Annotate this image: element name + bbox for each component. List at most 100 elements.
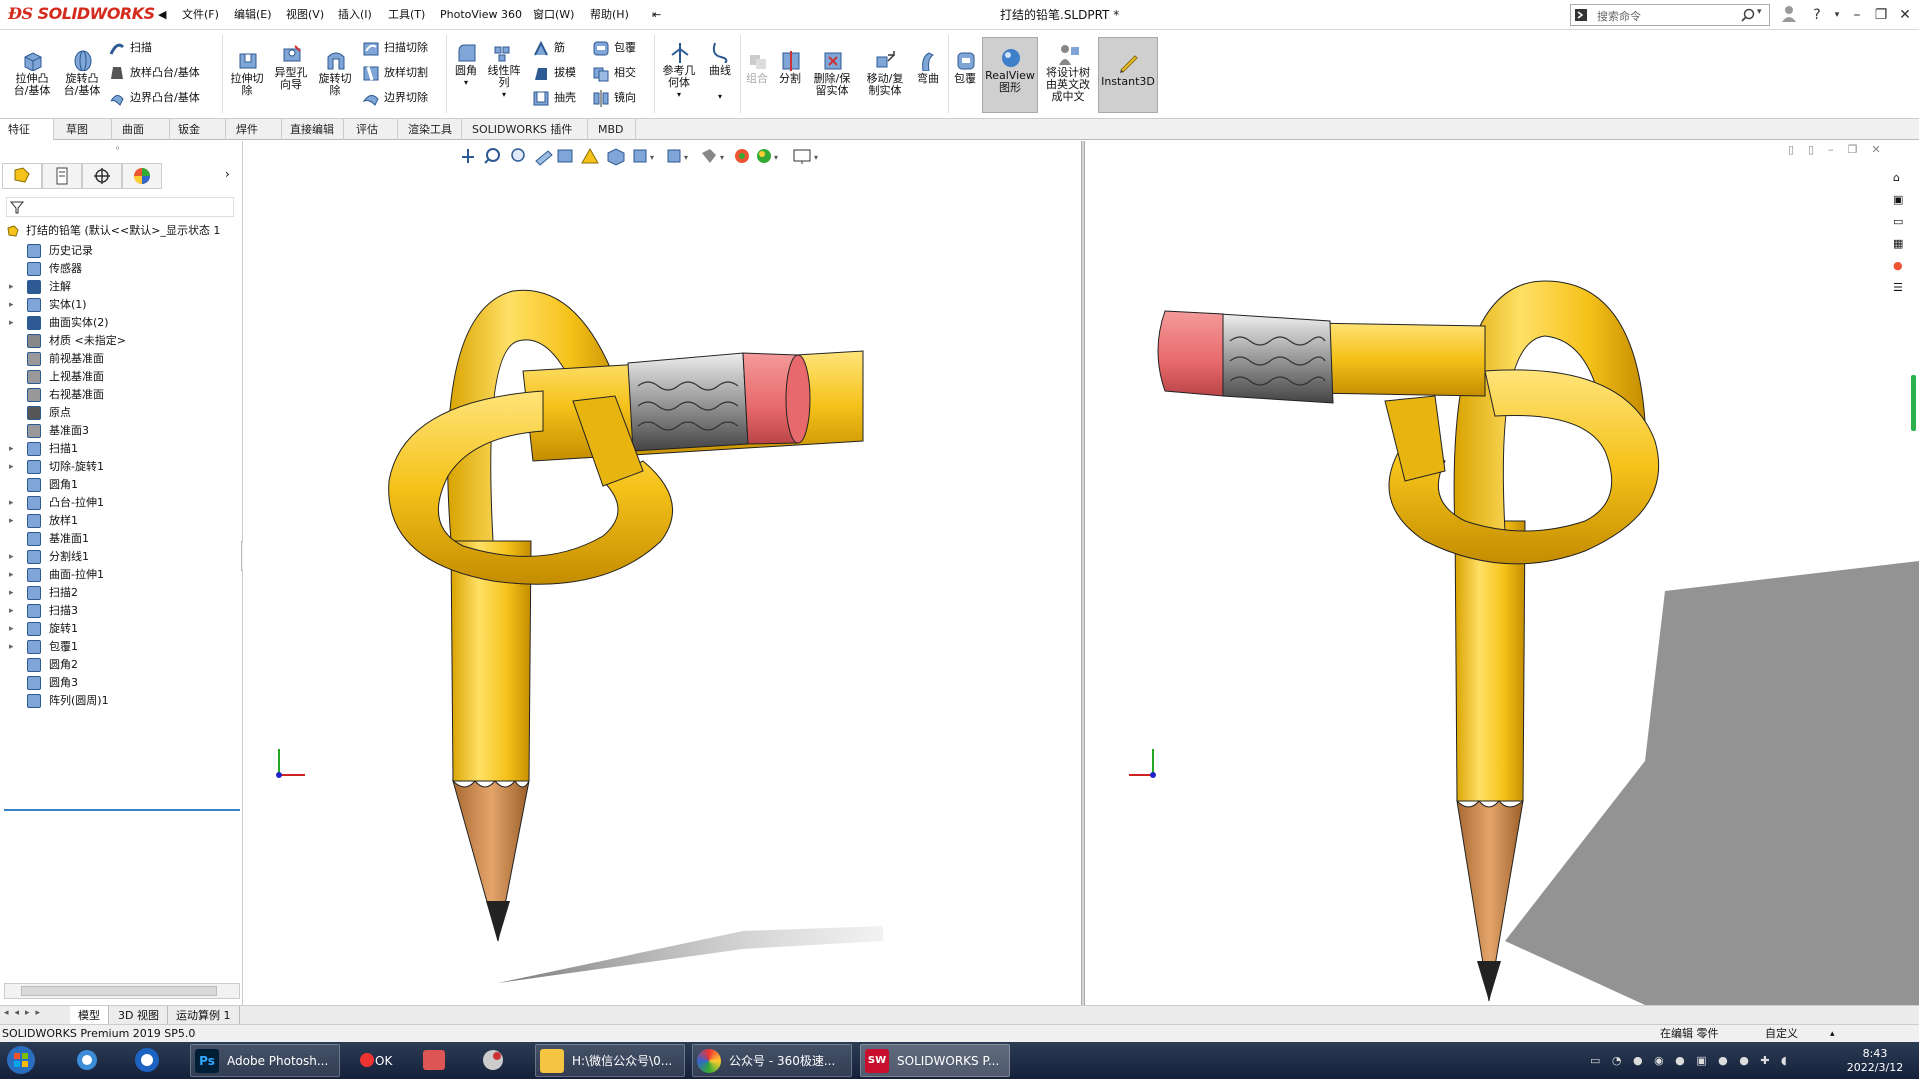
tree-item[interactable]: 历史记录 (0, 242, 240, 260)
expand-arrow-icon[interactable]: ▸ (9, 548, 14, 566)
minimize-icon[interactable]: – (1846, 4, 1868, 26)
mirror-button[interactable]: 镜向 (592, 87, 636, 109)
tree-item[interactable]: 圆角2 (0, 656, 240, 674)
fillet-button[interactable]: 圆角 ▾ (450, 41, 482, 89)
menu-expand-arrow[interactable]: ◀ (158, 0, 166, 30)
view-palette-icon[interactable]: ▦ (1893, 237, 1915, 259)
home-icon[interactable]: ⌂ (1893, 171, 1915, 193)
taskbar-explorer[interactable]: H:\微信公众号\0... (535, 1044, 685, 1077)
tree-hscroll-thumb[interactable] (21, 986, 217, 996)
pin-icon[interactable]: ⇤ (652, 0, 661, 30)
rollback-bar[interactable] (4, 809, 240, 811)
expand-arrow-icon[interactable]: ▸ (9, 584, 14, 602)
search-icon[interactable] (1741, 8, 1755, 22)
curves-button[interactable]: 曲线 ▾ (702, 41, 738, 103)
tab-weldments[interactable]: 焊件 (228, 119, 282, 140)
units-selector[interactable]: 自定义 (1765, 1025, 1798, 1043)
tree-item[interactable]: 右视基准面 (0, 386, 240, 404)
start-button[interactable] (4, 1044, 44, 1077)
lofted-cut-button[interactable]: 放样切割 (362, 62, 428, 84)
tab-render-tools[interactable]: 渲染工具 (400, 119, 462, 140)
sweep-button[interactable]: 扫描 (108, 37, 152, 59)
tree-item[interactable]: ▸ 切除-旋转1 (0, 458, 240, 476)
tab-solidworks-addins[interactable]: SOLIDWORKS 插件 (464, 119, 588, 140)
tree-filter-field[interactable] (6, 197, 234, 217)
tab-scroll-icon[interactable]: ◂◂▸▸ (4, 1008, 46, 1018)
tree-item[interactable]: ▸ 扫描2 (0, 584, 240, 602)
combine-button[interactable]: 组合 (742, 49, 772, 85)
loft-boss-button[interactable]: 放样凸台/基体 (108, 62, 200, 84)
tab-sheet-metal[interactable]: 钣金 (170, 119, 226, 140)
tab-motion-study[interactable]: 运动算例 1 (168, 1006, 240, 1025)
expand-arrow-icon[interactable]: ▸ (9, 638, 14, 656)
pane-expand-arrow-icon[interactable]: › (225, 167, 230, 181)
file-explorer-icon[interactable]: ▭ (1893, 215, 1915, 237)
viewport-window-controls[interactable]: ▯▯–❐✕ (1788, 143, 1895, 156)
taskbar-360-browser[interactable]: 公众号 - 360极速... (692, 1044, 852, 1077)
delete-keep-body-button[interactable]: 删除/保 留实体 (808, 49, 856, 97)
taskbar-photoshop[interactable]: Ps Adobe Photosh... (190, 1044, 340, 1077)
revolve-cut-button[interactable]: 旋转切 除 (314, 49, 356, 97)
tree-item[interactable]: 基准面3 (0, 422, 240, 440)
move-copy-body-button[interactable]: 移动/复 制实体 (860, 49, 910, 97)
realview-button[interactable]: RealView 图形 (982, 37, 1038, 113)
pencil-model-rear[interactable] (1157, 280, 1919, 1005)
pane-grip-icon[interactable]: ⁰ (116, 145, 119, 154)
configurationmanager-tab[interactable] (82, 163, 122, 189)
taskbar-solidworks[interactable]: SW SOLIDWORKS P... (860, 1044, 1010, 1077)
boundary-boss-button[interactable]: 边界凸台/基体 (108, 87, 200, 109)
split-button[interactable]: 分割 (774, 49, 806, 85)
expand-arrow-icon[interactable]: ▸ (9, 314, 14, 332)
flex-button[interactable]: 弯曲 (912, 49, 944, 85)
menu-insert[interactable]: 插入(I) (338, 0, 372, 30)
tree-item[interactable]: ▸ 包覆1 (0, 638, 240, 656)
menu-window[interactable]: 窗口(W) (533, 0, 574, 30)
resources-icon[interactable]: ▣ (1893, 193, 1915, 215)
menu-view[interactable]: 视图(V) (286, 0, 324, 30)
taskbar-app-3-icon[interactable]: OK (355, 1044, 395, 1077)
solidworks-logo[interactable]: ƉS SOLIDWORKS (8, 4, 155, 23)
tree-item[interactable]: ▸ 注解 (0, 278, 240, 296)
shell-button[interactable]: 抽壳 (532, 87, 576, 109)
curves-dropdown-icon[interactable]: ▾ (702, 91, 738, 103)
menu-tools[interactable]: 工具(T) (388, 0, 425, 30)
tree-item[interactable]: 原点 (0, 404, 240, 422)
tree-item[interactable]: 材质 <未指定> (0, 332, 240, 350)
tab-3d-view[interactable]: 3D 视图 (110, 1006, 168, 1025)
tree-item[interactable]: 前视基准面 (0, 350, 240, 368)
tree-item[interactable]: 上视基准面 (0, 368, 240, 386)
expand-arrow-icon[interactable]: ▸ (9, 278, 14, 296)
extrude-cut-button[interactable]: 拉伸切 除 (226, 49, 268, 97)
close-icon[interactable]: ✕ (1894, 4, 1916, 26)
custom-properties-icon[interactable]: ☰ (1893, 281, 1915, 303)
help-dropdown-icon[interactable]: ▾ (1826, 4, 1848, 26)
tree-item[interactable]: 圆角1 (0, 476, 240, 494)
tree-item[interactable]: ▸ 分割线1 (0, 548, 240, 566)
expand-arrow-icon[interactable]: ▸ (9, 566, 14, 584)
user-icon[interactable] (1778, 4, 1800, 26)
menu-file[interactable]: 文件(F) (182, 0, 219, 30)
taskbar-clock[interactable]: 8:43 2022/3/12 (1840, 1044, 1910, 1077)
tree-item[interactable]: ▸ 曲面实体(2) (0, 314, 240, 332)
reference-geometry-button[interactable]: 参考几 何体 ▾ (658, 41, 700, 101)
taskbar-app-1-icon[interactable] (70, 1044, 106, 1077)
tree-item[interactable]: ▸ 扫描3 (0, 602, 240, 620)
wrap-large-button[interactable]: 包覆 (950, 49, 980, 85)
tab-surfaces[interactable]: 曲面 (114, 119, 170, 140)
linear-pattern-button[interactable]: 线性阵 列 ▾ (484, 41, 524, 101)
tree-item[interactable]: 阵列(圆周)1 (0, 692, 240, 710)
appearance-tab[interactable] (122, 163, 162, 189)
tab-features[interactable]: 特征 (0, 119, 54, 140)
tree-item[interactable]: 基准面1 (0, 530, 240, 548)
appearances-icon[interactable]: ● (1893, 259, 1915, 281)
extrude-boss-button[interactable]: 拉伸凸 台/基体 (8, 49, 56, 97)
tab-evaluate[interactable]: 评估 (348, 119, 398, 140)
task-pane-scroll-indicator[interactable] (1911, 375, 1916, 431)
tree-item[interactable]: 圆角3 (0, 674, 240, 692)
draft-button[interactable]: 拔模 (532, 62, 576, 84)
pattern-dropdown-icon[interactable]: ▾ (484, 89, 524, 101)
units-dropdown-icon[interactable]: ▴ (1830, 1025, 1835, 1043)
taskbar-browser-icon[interactable] (130, 1044, 166, 1077)
expand-arrow-icon[interactable]: ▸ (9, 440, 14, 458)
system-tray-icons[interactable]: ▭ ◔ ● ◉ ● ▣ ● ● ✚ ◖ (1590, 1044, 1790, 1077)
